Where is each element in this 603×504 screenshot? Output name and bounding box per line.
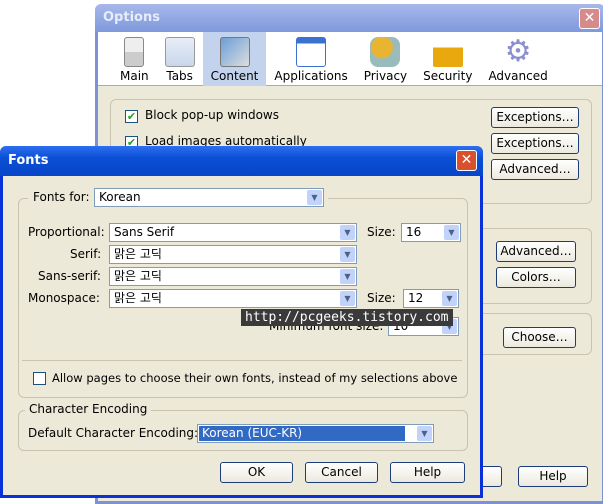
fonts-advanced-button[interactable]: Advanced… — [496, 241, 576, 262]
tab-label: Privacy — [363, 69, 408, 83]
sans-serif-label: Sans-serif: — [38, 269, 101, 283]
tab-privacy[interactable]: Privacy — [356, 32, 415, 86]
monospace-size-select[interactable]: 12 ▼ — [403, 289, 459, 308]
chevron-down-icon: ▼ — [340, 225, 355, 240]
allow-fonts-checkbox[interactable] — [33, 372, 46, 385]
fonts-for-label: Fonts for: — [33, 190, 90, 204]
mono-size-label: Size: — [367, 291, 396, 305]
lock-icon — [432, 37, 463, 67]
popup-exceptions-button[interactable]: Exceptions… — [491, 107, 579, 128]
options-toolbar: Main Tabs Content Applications Privacy S… — [98, 32, 602, 86]
tabs-icon — [164, 37, 195, 67]
tab-tabs[interactable]: Tabs — [157, 32, 203, 86]
encoding-select[interactable]: Korean (EUC-KR) ▼ — [197, 424, 434, 443]
options-titlebar: Options — [95, 4, 603, 32]
chevron-down-icon: ▼ — [307, 190, 322, 205]
tab-label: Security — [423, 69, 473, 83]
tab-label: Advanced — [488, 69, 548, 83]
gear-icon: ⚙ — [504, 34, 532, 69]
options-title: Options — [103, 10, 160, 25]
sans-serif-value: 맑은 고딕 — [114, 269, 162, 283]
encoding-label: Default Character Encoding: — [28, 426, 199, 440]
proportional-size-select[interactable]: 16 ▼ — [401, 223, 461, 242]
serif-value: 맑은 고딕 — [114, 247, 162, 261]
main-icon — [124, 37, 145, 67]
tab-main[interactable]: Main — [112, 32, 157, 86]
size-label: Size: — [367, 225, 396, 239]
tab-advanced[interactable]: ⚙ Advanced — [480, 32, 555, 86]
fonts-for-value: Korean — [99, 190, 141, 204]
fonts-titlebar: Fonts — [0, 146, 483, 176]
chevron-down-icon: ▼ — [417, 426, 432, 441]
encoding-value: Korean (EUC-KR) — [199, 426, 405, 441]
images-exceptions-button[interactable]: Exceptions… — [491, 133, 579, 154]
colors-button[interactable]: Colors… — [496, 267, 576, 288]
fonts-close-button[interactable]: ✕ — [456, 150, 477, 171]
chevron-down-icon: ▼ — [442, 291, 457, 306]
tab-applications[interactable]: Applications — [266, 32, 355, 86]
choose-button[interactable]: Choose… — [503, 327, 576, 348]
monospace-value: 맑은 고딕 — [114, 291, 162, 305]
tab-label: Applications — [274, 69, 348, 83]
proportional-size-value: 16 — [406, 225, 422, 239]
ok-button[interactable]: OK — [220, 462, 293, 483]
chevron-down-icon: ▼ — [340, 291, 355, 306]
fonts-title: Fonts — [8, 153, 49, 168]
allow-fonts-label: Allow pages to choose their own fonts, i… — [52, 371, 458, 385]
watermark: http://pcgeeks.tistory.com — [241, 309, 453, 326]
javascript-advanced-button[interactable]: Advanced… — [491, 159, 579, 180]
monospace-label: Monospace: — [28, 291, 100, 305]
tab-label: Main — [120, 69, 149, 83]
divider — [22, 360, 462, 361]
options-help-button[interactable]: Help — [518, 466, 588, 487]
chevron-down-icon: ▼ — [340, 247, 355, 262]
chevron-down-icon: ▼ — [340, 269, 355, 284]
options-close-button[interactable]: ✕ — [579, 8, 600, 29]
applications-icon — [296, 37, 327, 67]
fonts-for-select[interactable]: Korean ▼ — [94, 188, 324, 207]
tab-label: Tabs — [166, 69, 193, 83]
encoding-group-label: Character Encoding — [25, 402, 152, 416]
tab-label: Content — [210, 69, 259, 83]
block-popups-label: Block pop-up windows — [145, 108, 279, 122]
cancel-button[interactable]: Cancel — [305, 462, 378, 483]
proportional-label: Proportional: — [28, 225, 105, 239]
serif-label: Serif: — [70, 247, 102, 261]
block-popups-checkbox[interactable]: ✔ — [125, 110, 138, 123]
monospace-size-value: 12 — [408, 291, 424, 305]
privacy-icon — [370, 37, 401, 67]
proportional-select[interactable]: Sans Serif ▼ — [109, 223, 357, 242]
tab-content[interactable]: Content — [202, 32, 267, 86]
serif-select[interactable]: 맑은 고딕 ▼ — [109, 245, 357, 264]
content-icon — [219, 37, 250, 67]
chevron-down-icon: ▼ — [444, 225, 459, 240]
monospace-select[interactable]: 맑은 고딕 ▼ — [109, 289, 357, 308]
proportional-value: Sans Serif — [114, 225, 175, 239]
help-button[interactable]: Help — [390, 462, 465, 483]
tab-security[interactable]: Security — [415, 32, 480, 86]
sans-serif-select[interactable]: 맑은 고딕 ▼ — [109, 267, 357, 286]
